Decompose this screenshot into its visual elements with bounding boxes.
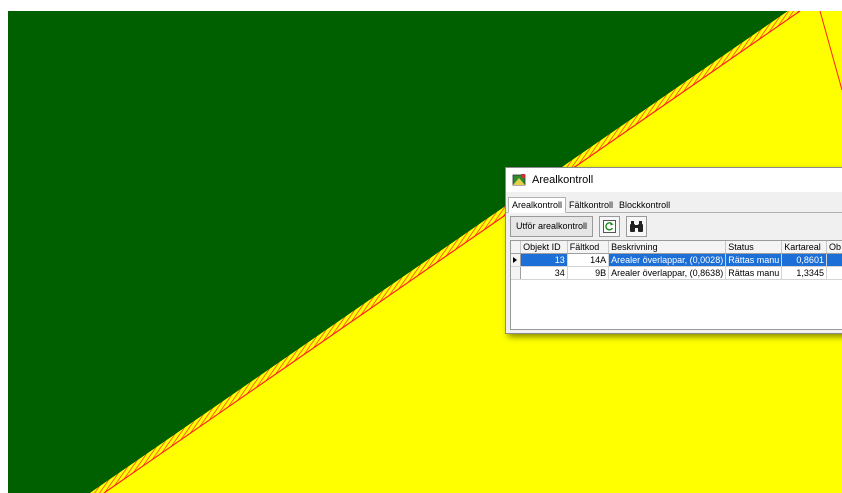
col-kartareal[interactable]: Kartareal [781,241,827,254]
run-arealkontroll-button[interactable]: Utför arealkontroll [510,215,594,237]
table-row[interactable]: 34 9B Arealer överlappar, (0,8638) Rätta… [511,266,842,280]
cell-status[interactable]: Rättas manu [725,266,783,280]
arealkontroll-dialog: Arealkontroll Arealkontroll Fältkontroll… [505,167,842,334]
dialog-titlebar[interactable]: Arealkontroll [506,168,842,192]
cell-status[interactable]: Rättas manu [725,253,783,267]
cell-ob[interactable] [826,266,842,280]
header-indicator [511,241,522,254]
refresh-button[interactable] [599,215,621,237]
table-row[interactable]: 13 14A Arealer överlappar, (0,0028) Rätt… [511,253,842,267]
result-grid[interactable]: Objekt ID Fältkod Beskrivning Status Kar… [510,240,842,330]
refresh-icon [603,219,617,233]
toolbar: Utför arealkontroll [506,213,842,239]
cell-kartareal[interactable]: 1,3345 [781,266,827,280]
row-indicator [511,253,522,267]
col-ob[interactable]: Ob [826,241,842,254]
cell-objekt-id[interactable]: 34 [520,266,568,280]
cell-ob[interactable] [826,253,842,267]
tab-faltkontroll[interactable]: Fältkontroll [566,198,616,212]
header-row: Objekt ID Fältkod Beskrivning Status Kar… [511,241,842,254]
cell-kartareal[interactable]: 0,8601 [781,253,827,267]
tab-blockkontroll[interactable]: Blockkontroll [616,198,673,212]
col-beskrivning[interactable]: Beskrivning [608,241,727,254]
cell-faltkod[interactable]: 14A [567,253,610,267]
cell-beskrivning[interactable]: Arealer överlappar, (0,0028) [608,253,727,267]
cell-beskrivning[interactable]: Arealer överlappar, (0,8638) [608,266,727,280]
dialog-title: Arealkontroll [532,174,594,186]
tab-bar: Arealkontroll Fältkontroll Blockkontroll [506,192,842,213]
cell-objekt-id[interactable]: 13 [520,253,568,267]
app-icon [512,173,526,187]
current-row-arrow-icon [513,257,517,263]
cell-faltkod[interactable]: 9B [567,266,610,280]
tab-arealkontroll[interactable]: Arealkontroll [508,197,567,213]
find-button[interactable] [626,215,648,237]
col-status[interactable]: Status [725,241,783,254]
col-faltkod[interactable]: Fältkod [567,241,610,254]
binoculars-icon [630,220,644,232]
row-indicator [511,266,522,280]
col-objekt-id[interactable]: Objekt ID [520,241,568,254]
